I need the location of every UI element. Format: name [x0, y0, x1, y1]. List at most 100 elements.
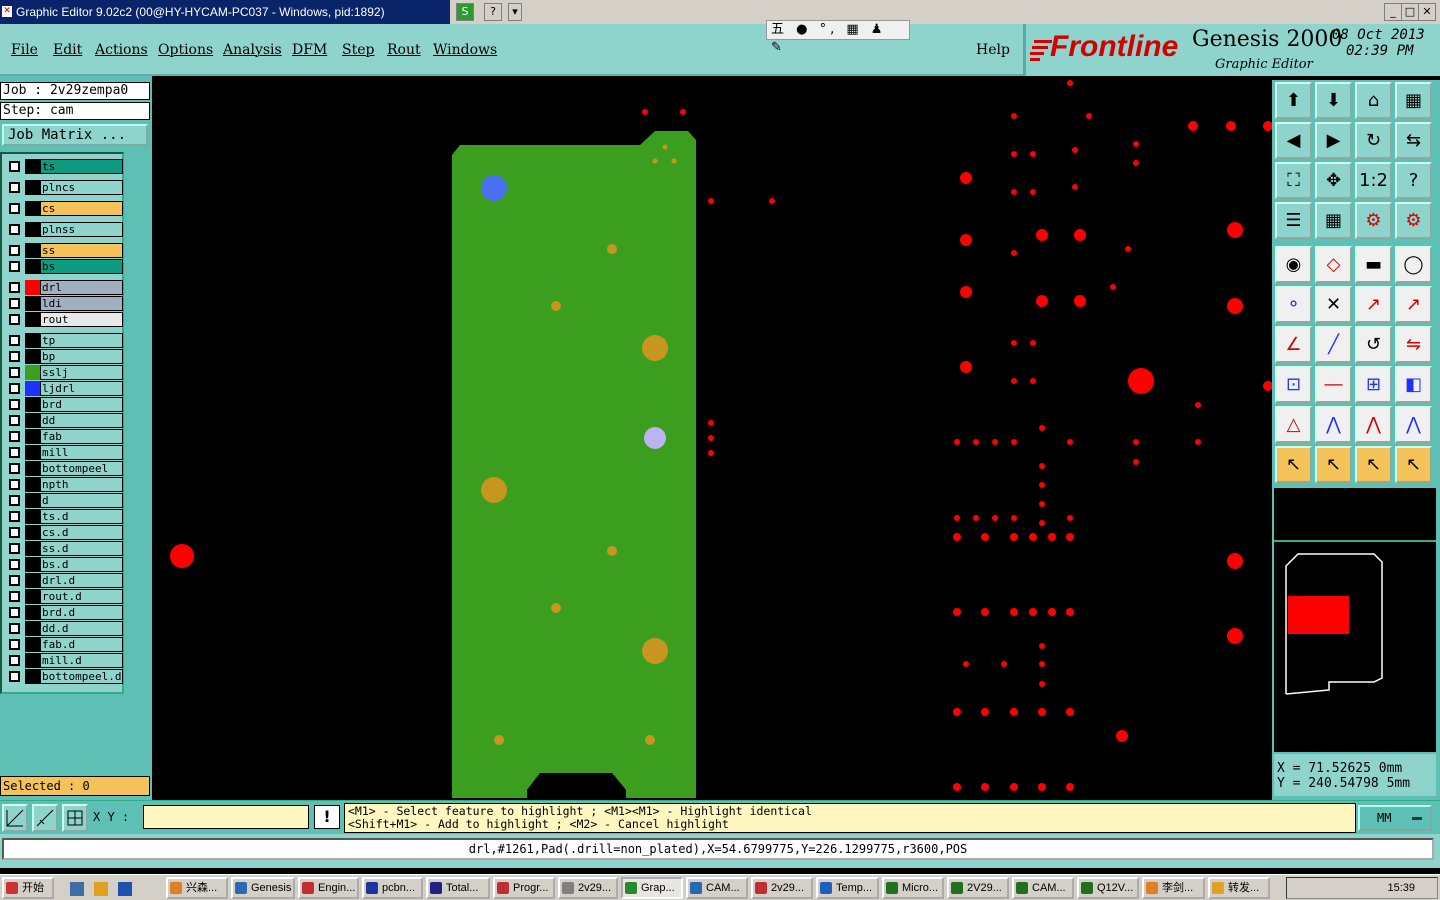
layer-color-swatch[interactable] — [25, 280, 40, 295]
layer-color-swatch[interactable] — [25, 509, 40, 524]
layer-name[interactable]: bs — [40, 259, 123, 274]
layer-checkbox[interactable] — [9, 245, 20, 256]
layer-row-tp[interactable]: tp — [5, 333, 123, 348]
layer-name[interactable]: mill — [40, 445, 123, 460]
menu-help[interactable]: Help — [976, 42, 1010, 58]
layer-checkbox[interactable] — [9, 623, 20, 634]
layer-name[interactable]: ldi — [40, 296, 123, 311]
layer-row-cs[interactable]: cs — [5, 201, 123, 216]
layer-checkbox[interactable] — [9, 224, 20, 235]
graphic-canvas[interactable] — [152, 80, 1272, 798]
layer-row-bp[interactable]: bp — [5, 349, 123, 364]
layer-row-cs-d[interactable]: cs.d — [5, 525, 123, 540]
zoom-home-icon[interactable]: ⬆ — [1275, 82, 1312, 119]
layer-row-brd[interactable]: brd — [5, 397, 123, 412]
layer-name[interactable]: bs.d — [40, 557, 123, 572]
layer-row-rout[interactable]: rout — [5, 312, 123, 327]
snap-icon[interactable]: S — [456, 3, 474, 21]
grid-icon[interactable]: ▦ — [1315, 202, 1352, 239]
ruler-icon[interactable]: ▬ — [1355, 246, 1392, 283]
taskbar-item[interactable]: CAM... — [686, 877, 748, 899]
snap-mode-icon[interactable] — [2, 804, 28, 832]
layer-color-swatch[interactable] — [25, 180, 40, 195]
taskbar-item[interactable]: Progr... — [493, 877, 555, 899]
layer-color-swatch[interactable] — [25, 243, 40, 258]
zoom-area-icon[interactable]: ✥ — [1315, 162, 1352, 199]
layer-row-plncs[interactable]: plncs — [5, 180, 123, 195]
system-menu-icon[interactable]: ✕ — [2, 6, 12, 17]
quick-launch-icon[interactable] — [70, 882, 84, 896]
layer-name[interactable]: plncs — [40, 180, 123, 195]
layer-name[interactable]: mill.d — [40, 653, 123, 668]
layer-name[interactable]: dd — [40, 413, 123, 428]
menu-windows[interactable]: Windows — [433, 42, 497, 58]
layer-compare-2-icon[interactable]: ⚙ — [1395, 202, 1432, 239]
pan-center-icon[interactable]: ↻ — [1355, 122, 1392, 159]
layer-row-ts-d[interactable]: ts.d — [5, 509, 123, 524]
job-matrix-button[interactable]: Job Matrix ... — [2, 124, 148, 146]
polygon-move-icon[interactable]: ⋀ — [1395, 406, 1432, 443]
taskbar-item[interactable]: 转发... — [1208, 877, 1270, 899]
layer-checkbox[interactable] — [9, 639, 20, 650]
layer-checkbox[interactable] — [9, 575, 20, 586]
layer-name[interactable]: brd.d — [40, 605, 123, 620]
settings-icon[interactable]: ☰ — [1275, 202, 1312, 239]
group-icon[interactable]: ◧ — [1395, 366, 1432, 403]
menu-analysis[interactable]: Analysis — [223, 42, 282, 58]
layer-color-swatch[interactable] — [25, 669, 40, 684]
layer-name[interactable]: rout.d — [40, 589, 123, 604]
menu-rout[interactable]: Rout — [387, 42, 421, 58]
zoom-fit-icon[interactable]: ⌂ — [1355, 82, 1392, 119]
layer-checkbox[interactable] — [9, 511, 20, 522]
layer-checkbox[interactable] — [9, 161, 20, 172]
layer-checkbox[interactable] — [9, 335, 20, 346]
menu-file[interactable]: File — [11, 42, 38, 58]
layer-color-swatch[interactable] — [25, 312, 40, 327]
layer-checkbox[interactable] — [9, 203, 20, 214]
scale-1-2-icon[interactable]: 1:2 — [1355, 162, 1392, 199]
select-icon[interactable]: ↖ — [1275, 446, 1312, 483]
layer-row-bs-d[interactable]: bs.d — [5, 557, 123, 572]
menu-step[interactable]: Step — [342, 42, 374, 58]
measure-mode-icon[interactable] — [32, 804, 58, 832]
layer-checkbox[interactable] — [9, 351, 20, 362]
layer-name[interactable]: ts — [40, 159, 123, 174]
layer-name[interactable]: brd — [40, 397, 123, 412]
taskbar-item[interactable]: 兴森... — [166, 877, 228, 899]
layer-name[interactable]: bp — [40, 349, 123, 364]
layer-name[interactable]: ss — [40, 243, 123, 258]
pan-left-icon[interactable]: ◀ — [1275, 122, 1312, 159]
pan-right-icon[interactable]: ▶ — [1315, 122, 1352, 159]
layer-name[interactable]: plnss — [40, 222, 123, 237]
layer-checkbox[interactable] — [9, 367, 20, 378]
layer-color-swatch[interactable] — [25, 573, 40, 588]
menu-options[interactable]: Options — [158, 42, 213, 58]
taskbar-item[interactable]: 李剑... — [1142, 877, 1205, 899]
layer-checkbox[interactable] — [9, 463, 20, 474]
add-shape-icon[interactable]: ◇ — [1315, 246, 1352, 283]
select-net-icon[interactable]: ↖ — [1355, 446, 1392, 483]
layer-checkbox[interactable] — [9, 607, 20, 618]
layer-compare-icon[interactable]: ⚙ — [1355, 202, 1392, 239]
taskbar-item[interactable]: Q12V... — [1077, 877, 1139, 899]
taskbar-item[interactable]: Engin... — [298, 877, 359, 899]
transform-icon[interactable]: ⊡ — [1275, 366, 1312, 403]
help-icon[interactable]: ? — [484, 3, 502, 21]
layer-row-drl-d[interactable]: drl.d — [5, 573, 123, 588]
layer-row-npth[interactable]: npth — [5, 477, 123, 492]
polygon-icon[interactable]: △ — [1275, 406, 1312, 443]
layer-name[interactable]: ss.d — [40, 541, 123, 556]
layer-name[interactable]: ts.d — [40, 509, 123, 524]
layer-row-sslj[interactable]: sslj — [5, 365, 123, 380]
quick-launch-icon[interactable] — [94, 882, 108, 896]
layer-color-swatch[interactable] — [25, 201, 40, 216]
polygon-plus-icon[interactable]: ⋀ — [1315, 406, 1352, 443]
polygon-up-icon[interactable]: ⋀ — [1355, 406, 1392, 443]
layer-row-mill[interactable]: mill — [5, 445, 123, 460]
layer-checkbox[interactable] — [9, 261, 20, 272]
close-button[interactable]: ✕ — [1418, 3, 1436, 21]
maximize-button[interactable]: □ — [1401, 3, 1419, 21]
layer-name[interactable]: d — [40, 493, 123, 508]
layer-color-swatch[interactable] — [25, 333, 40, 348]
layer-name[interactable]: dd.d — [40, 621, 123, 636]
